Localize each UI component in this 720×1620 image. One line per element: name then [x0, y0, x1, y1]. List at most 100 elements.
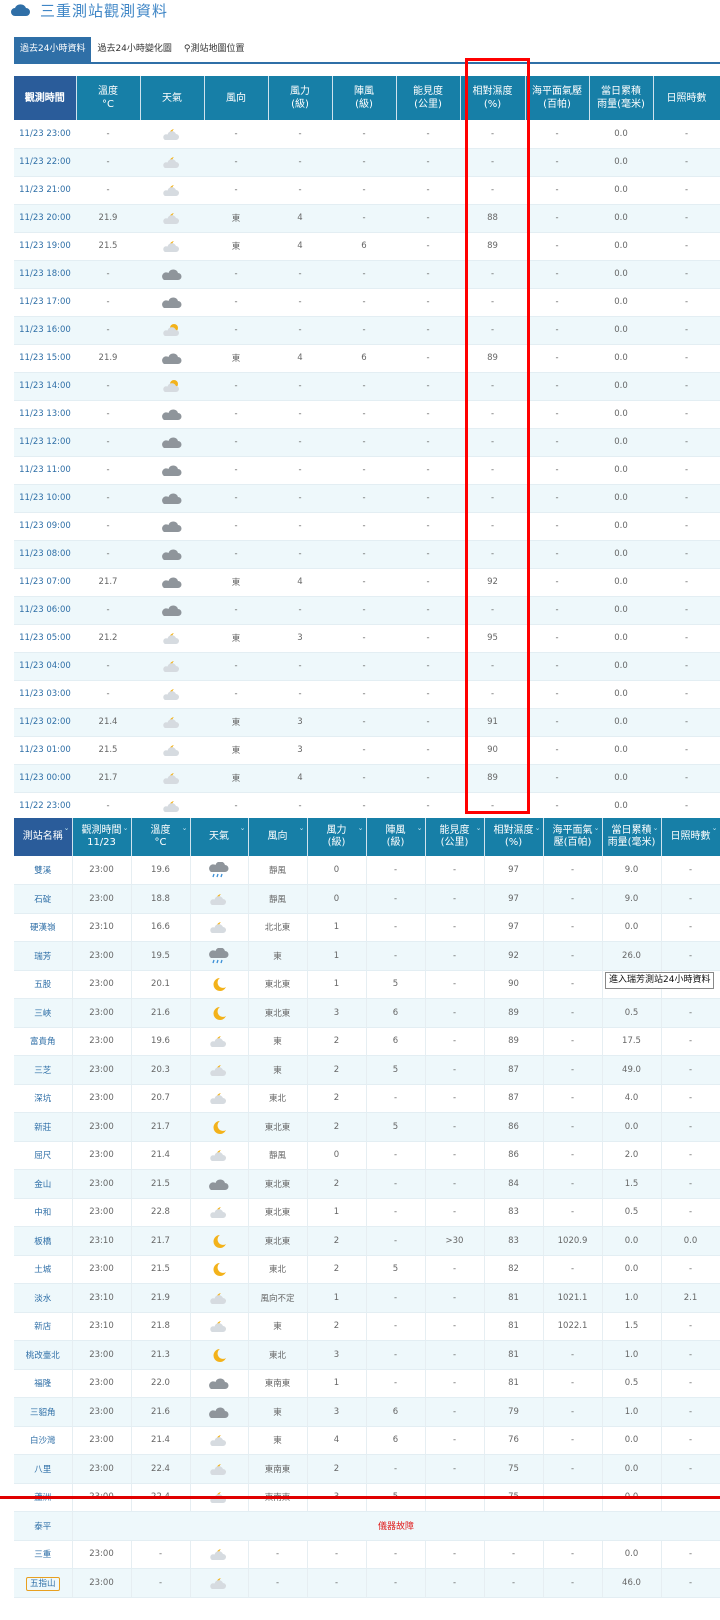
station-name-link[interactable]: 金山 [14, 1169, 73, 1199]
column-header[interactable]: 測站名稱 ⌄ [14, 818, 73, 856]
observation-time: 11/23 21:00 [14, 176, 76, 205]
tab-station-map[interactable]: ⚲測站地圖位置 [178, 37, 251, 62]
station-name-link[interactable]: 板橋 [14, 1226, 73, 1256]
data-cell: 0.0 [602, 1112, 662, 1142]
station-name-focused[interactable]: 五指山 [25, 1576, 60, 1591]
data-cell: - [396, 568, 460, 597]
column-header[interactable]: 日照時數 ⌄ [661, 818, 720, 856]
data-cell: - [525, 400, 589, 429]
data-cell: - [653, 400, 720, 429]
sort-icon[interactable]: ⌄ [64, 822, 70, 834]
station-name-link[interactable]: 三峽 [14, 998, 73, 1028]
station-name-link[interactable]: 八里 [14, 1454, 73, 1484]
column-header[interactable]: 風力 (級) ⌄ [307, 818, 367, 856]
station-name-link[interactable]: 泰平 [14, 1511, 73, 1541]
data-cell: - [396, 540, 460, 569]
station-name-link[interactable]: 雙溪 [14, 856, 73, 885]
station-name-link[interactable]: 福隆 [14, 1369, 73, 1398]
station-name-link[interactable]: 五指山 [14, 1568, 73, 1598]
data-cell: - [525, 316, 589, 345]
data-cell: - [396, 792, 460, 821]
station-name-link[interactable]: 屈尺 [14, 1141, 73, 1170]
station-name-link[interactable]: 五股 [14, 970, 73, 999]
data-cell: - [307, 1540, 367, 1569]
column-header[interactable]: 觀測時間 11/23 ⌄ [72, 818, 132, 856]
sort-icon[interactable]: ⌄ [476, 822, 482, 834]
data-cell: - [76, 680, 140, 709]
table-row: 11/23 04:00- - - - - - -0.0- [14, 652, 720, 681]
data-cell: 1022.1 [543, 1312, 603, 1341]
data-cell: - [204, 540, 268, 569]
data-cell: - [425, 1084, 485, 1113]
observation-time: 11/22 23:00 [14, 792, 76, 821]
station-name-link[interactable]: 淡水 [14, 1283, 73, 1313]
moon-icon [213, 1234, 226, 1248]
data-cell: - [268, 400, 332, 429]
station-name-link[interactable]: 新店 [14, 1312, 73, 1341]
column-header[interactable]: 能見度 (公里) ⌄ [425, 818, 485, 856]
column-header[interactable]: 相對濕度 (%) ⌄ [484, 818, 544, 856]
data-cell: - [525, 764, 589, 793]
weather-cell [140, 708, 204, 737]
data-cell: - [332, 288, 396, 317]
data-cell: - [204, 260, 268, 289]
data-cell: - [653, 120, 720, 149]
data-cell: - [76, 428, 140, 457]
sort-icon[interactable]: ⌄ [594, 822, 600, 834]
data-cell: - [484, 1540, 544, 1569]
station-name-link[interactable]: 中和 [14, 1198, 73, 1227]
table-row: 福隆 23:00 22.0 東南東 1- -81-0.5- [14, 1369, 720, 1398]
data-cell: 1 [307, 970, 367, 999]
data-cell: 75 [484, 1454, 544, 1484]
sort-icon[interactable]: ⌄ [417, 822, 423, 834]
column-header: 日照時數 [653, 76, 720, 120]
sort-icon[interactable]: ⌄ [123, 822, 129, 834]
column-header[interactable]: 風向 ⌄ [248, 818, 308, 856]
data-cell: - [268, 120, 332, 149]
sort-icon[interactable]: ⌄ [299, 822, 305, 834]
sort-icon[interactable]: ⌄ [535, 822, 541, 834]
data-cell: - [425, 1027, 485, 1056]
partly-cloudy-night-icon [163, 185, 179, 196]
data-cell: 21.5 [131, 1169, 191, 1199]
column-header[interactable]: 陣風 (級) ⌄ [366, 818, 426, 856]
station-name-link[interactable]: 三貂角 [14, 1397, 73, 1427]
sort-icon[interactable]: ⌄ [653, 822, 659, 834]
station-name-link[interactable]: 土城 [14, 1255, 73, 1284]
station-name-link[interactable]: 石碇 [14, 884, 73, 914]
station-name-link[interactable]: 三重 [14, 1540, 73, 1569]
tab-past-24h-data[interactable]: 過去24小時資料 [14, 37, 92, 62]
data-cell: - [425, 1141, 485, 1170]
sort-icon[interactable]: ⌄ [240, 822, 246, 834]
data-cell: 靜風 [248, 1141, 308, 1170]
station-name-link[interactable]: 桃改臺北 [14, 1340, 73, 1370]
station-name-link[interactable]: 富貴角 [14, 1027, 73, 1056]
data-cell: - [332, 484, 396, 513]
station-name-link[interactable]: 新莊 [14, 1112, 73, 1142]
station-name-link[interactable]: 瑞芳 [14, 941, 73, 971]
data-cell: - [653, 764, 720, 793]
column-header[interactable]: 海平面氣 壓(百帕) ⌄ [543, 818, 603, 856]
column-header[interactable]: 溫度 °C ⌄ [131, 818, 191, 856]
column-header[interactable]: 當日累積 雨量(毫米) ⌄ [602, 818, 662, 856]
table-row: 三貂角 23:00 21.6 東 3 6-79-1.0- [14, 1397, 720, 1427]
data-cell: 6 [366, 1397, 426, 1427]
tab-underline [14, 62, 720, 64]
data-cell: 4 [268, 568, 332, 597]
sort-icon[interactable]: ⌄ [358, 822, 364, 834]
data-cell: - [396, 764, 460, 793]
column-header[interactable]: 天氣 ⌄ [190, 818, 249, 856]
data-cell: 81 [484, 1283, 544, 1313]
map-pin-icon: ⚲ [183, 44, 191, 54]
hourly-observation-table: 觀測時間 溫度 °C 天氣 風向 風力 (級) 陣風 (級) 能見度 (公里) 相對濕度 (%) 海平面氣… [14, 76, 720, 821]
station-name-link[interactable]: 硬漢嶺 [14, 913, 73, 942]
weather-cell [140, 400, 204, 429]
data-cell: - [525, 708, 589, 737]
station-name-link[interactable]: 三芝 [14, 1055, 73, 1085]
weather-cell [140, 148, 204, 177]
station-name-link[interactable]: 白沙灣 [14, 1426, 73, 1455]
sort-icon[interactable]: ⌄ [712, 822, 718, 834]
tab-past-24h-chart[interactable]: 過去24小時變化圖 [91, 37, 177, 62]
sort-icon[interactable]: ⌄ [182, 822, 188, 834]
station-name-link[interactable]: 深坑 [14, 1084, 73, 1113]
